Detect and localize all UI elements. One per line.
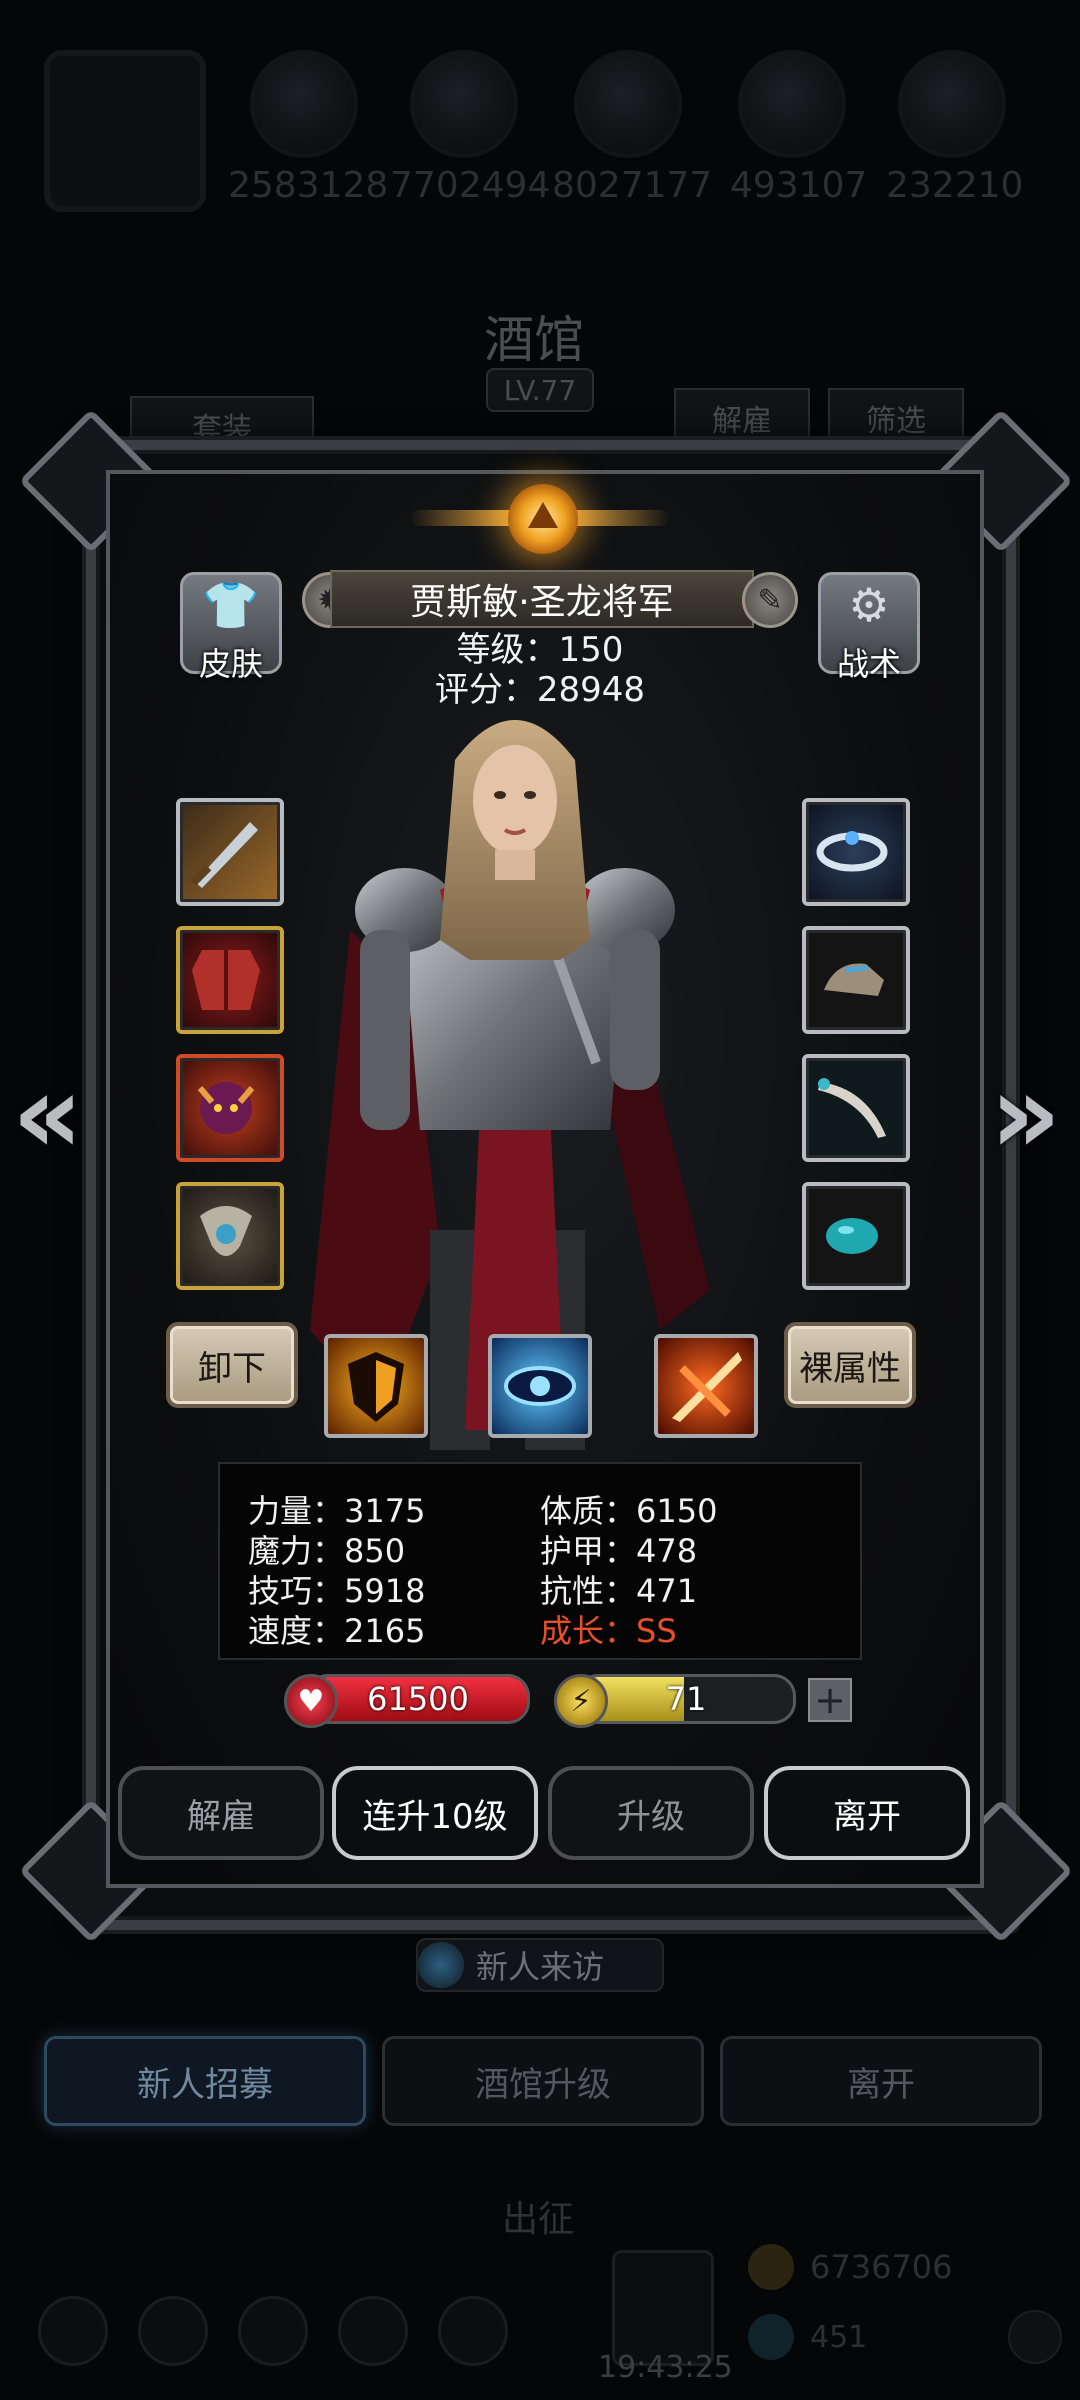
energy-bar: 71 <box>576 1674 796 1724</box>
wood-icon <box>410 50 518 158</box>
eye-icon <box>504 1366 576 1406</box>
boots-slot[interactable] <box>802 926 910 1034</box>
skin-button[interactable]: 👕 皮肤 <box>180 572 282 683</box>
hp-value: 61500 <box>367 1680 469 1718</box>
skin-label: 皮肤 <box>198 645 263 683</box>
skill-eye[interactable] <box>488 1334 592 1438</box>
leave-button[interactable]: 离开 <box>764 1766 970 1860</box>
nav-icon-3[interactable] <box>238 2296 308 2366</box>
lightning-icon: ⚡ <box>554 1674 608 1728</box>
crystal-count: 493107 <box>730 165 868 206</box>
tavern-level: LV.77 <box>486 368 594 412</box>
visitor-icon <box>418 1942 464 1988</box>
filter-button[interactable]: 筛选 <box>828 388 964 448</box>
slash-icon <box>672 1352 742 1422</box>
shield-icon <box>348 1352 404 1422</box>
weapon-slot[interactable] <box>176 798 284 906</box>
iron-count: 8027177 <box>552 165 713 206</box>
previous-hero-arrow-icon[interactable]: « <box>12 1050 83 1178</box>
nav-icon-1[interactable] <box>38 2296 108 2366</box>
tactics-label: 战术 <box>836 645 901 683</box>
misc-count: 232210 <box>886 165 1024 206</box>
heart-icon: ♥ <box>284 1674 338 1728</box>
amulet-icon <box>200 1206 252 1256</box>
unequip-button[interactable]: 卸下 <box>166 1322 298 1408</box>
stat-growth: 成长：SS <box>540 1612 677 1650</box>
hero-name: 贾斯敏·圣龙将军 <box>330 570 754 628</box>
chest-armor-icon <box>192 950 260 1010</box>
demon-helm-icon <box>197 1082 255 1134</box>
misc-resource-icon <box>898 50 1006 158</box>
gold-coin-icon <box>748 2244 794 2290</box>
shirt-icon: 👕 <box>202 578 260 632</box>
gem-amount: 451 <box>810 2320 868 2355</box>
ring-slot[interactable] <box>802 798 910 906</box>
stat-speed: 速度：2165 <box>248 1612 426 1650</box>
emblem-triangle <box>528 502 558 528</box>
level-up-10-button[interactable]: 连升10级 <box>332 1766 538 1860</box>
iron-icon <box>574 50 682 158</box>
skill-slash[interactable] <box>654 1334 758 1438</box>
gear-icon: ⚙ <box>848 578 890 632</box>
tavern-upgrade-button[interactable]: 酒馆升级 <box>382 2036 704 2126</box>
tactics-button[interactable]: ⚙ 战术 <box>818 572 920 683</box>
hero-portrait-icon <box>44 50 206 212</box>
food-icon <box>250 50 358 158</box>
profile-icon[interactable] <box>1008 2310 1062 2364</box>
dismiss-hero-button[interactable]: 解雇 <box>118 1766 324 1860</box>
nav-icon-2[interactable] <box>138 2296 208 2366</box>
crystal-icon <box>738 50 846 158</box>
nav-icon-4[interactable] <box>338 2296 408 2366</box>
energy-value: 71 <box>665 1680 707 1718</box>
gift-icon[interactable] <box>612 2250 714 2366</box>
helmet-slot[interactable] <box>176 1054 284 1162</box>
armor-slot[interactable] <box>176 926 284 1034</box>
skill-shield[interactable] <box>324 1334 428 1438</box>
food-count: 2583128 <box>228 165 389 206</box>
add-energy-button[interactable]: + <box>808 1678 852 1722</box>
offhand-slot[interactable] <box>802 1054 910 1162</box>
nav-icon-5[interactable] <box>438 2296 508 2366</box>
clock-text: 19:43:25 <box>598 2350 733 2385</box>
gold-amount: 6736706 <box>810 2248 953 2286</box>
tavern-leave-button[interactable]: 离开 <box>720 2036 1042 2126</box>
hp-bar: 61500 <box>306 1674 530 1724</box>
gem-slot[interactable] <box>802 1182 910 1290</box>
edit-name-icon[interactable]: ✎ <box>742 572 798 628</box>
turquoise-stone-icon <box>826 1218 878 1254</box>
level-up-button[interactable]: 升级 <box>548 1766 754 1860</box>
next-hero-arrow-icon[interactable]: » <box>990 1050 1061 1178</box>
wood-count: 7702494 <box>390 165 551 206</box>
gauntlet-icon <box>824 963 884 996</box>
naked-attributes-button[interactable]: 裸属性 <box>784 1322 916 1408</box>
tiara-icon <box>816 831 888 872</box>
dismiss-tab-button[interactable]: 解雇 <box>674 388 810 448</box>
tavern-title: 酒馆 <box>484 311 584 369</box>
sword-icon <box>190 822 258 888</box>
expedition-label: 出征 <box>502 2199 575 2240</box>
gem-icon <box>748 2314 794 2360</box>
amulet-slot[interactable] <box>176 1182 284 1290</box>
recruit-button[interactable]: 新人招募 <box>44 2036 366 2126</box>
scimitar-icon <box>818 1078 886 1138</box>
